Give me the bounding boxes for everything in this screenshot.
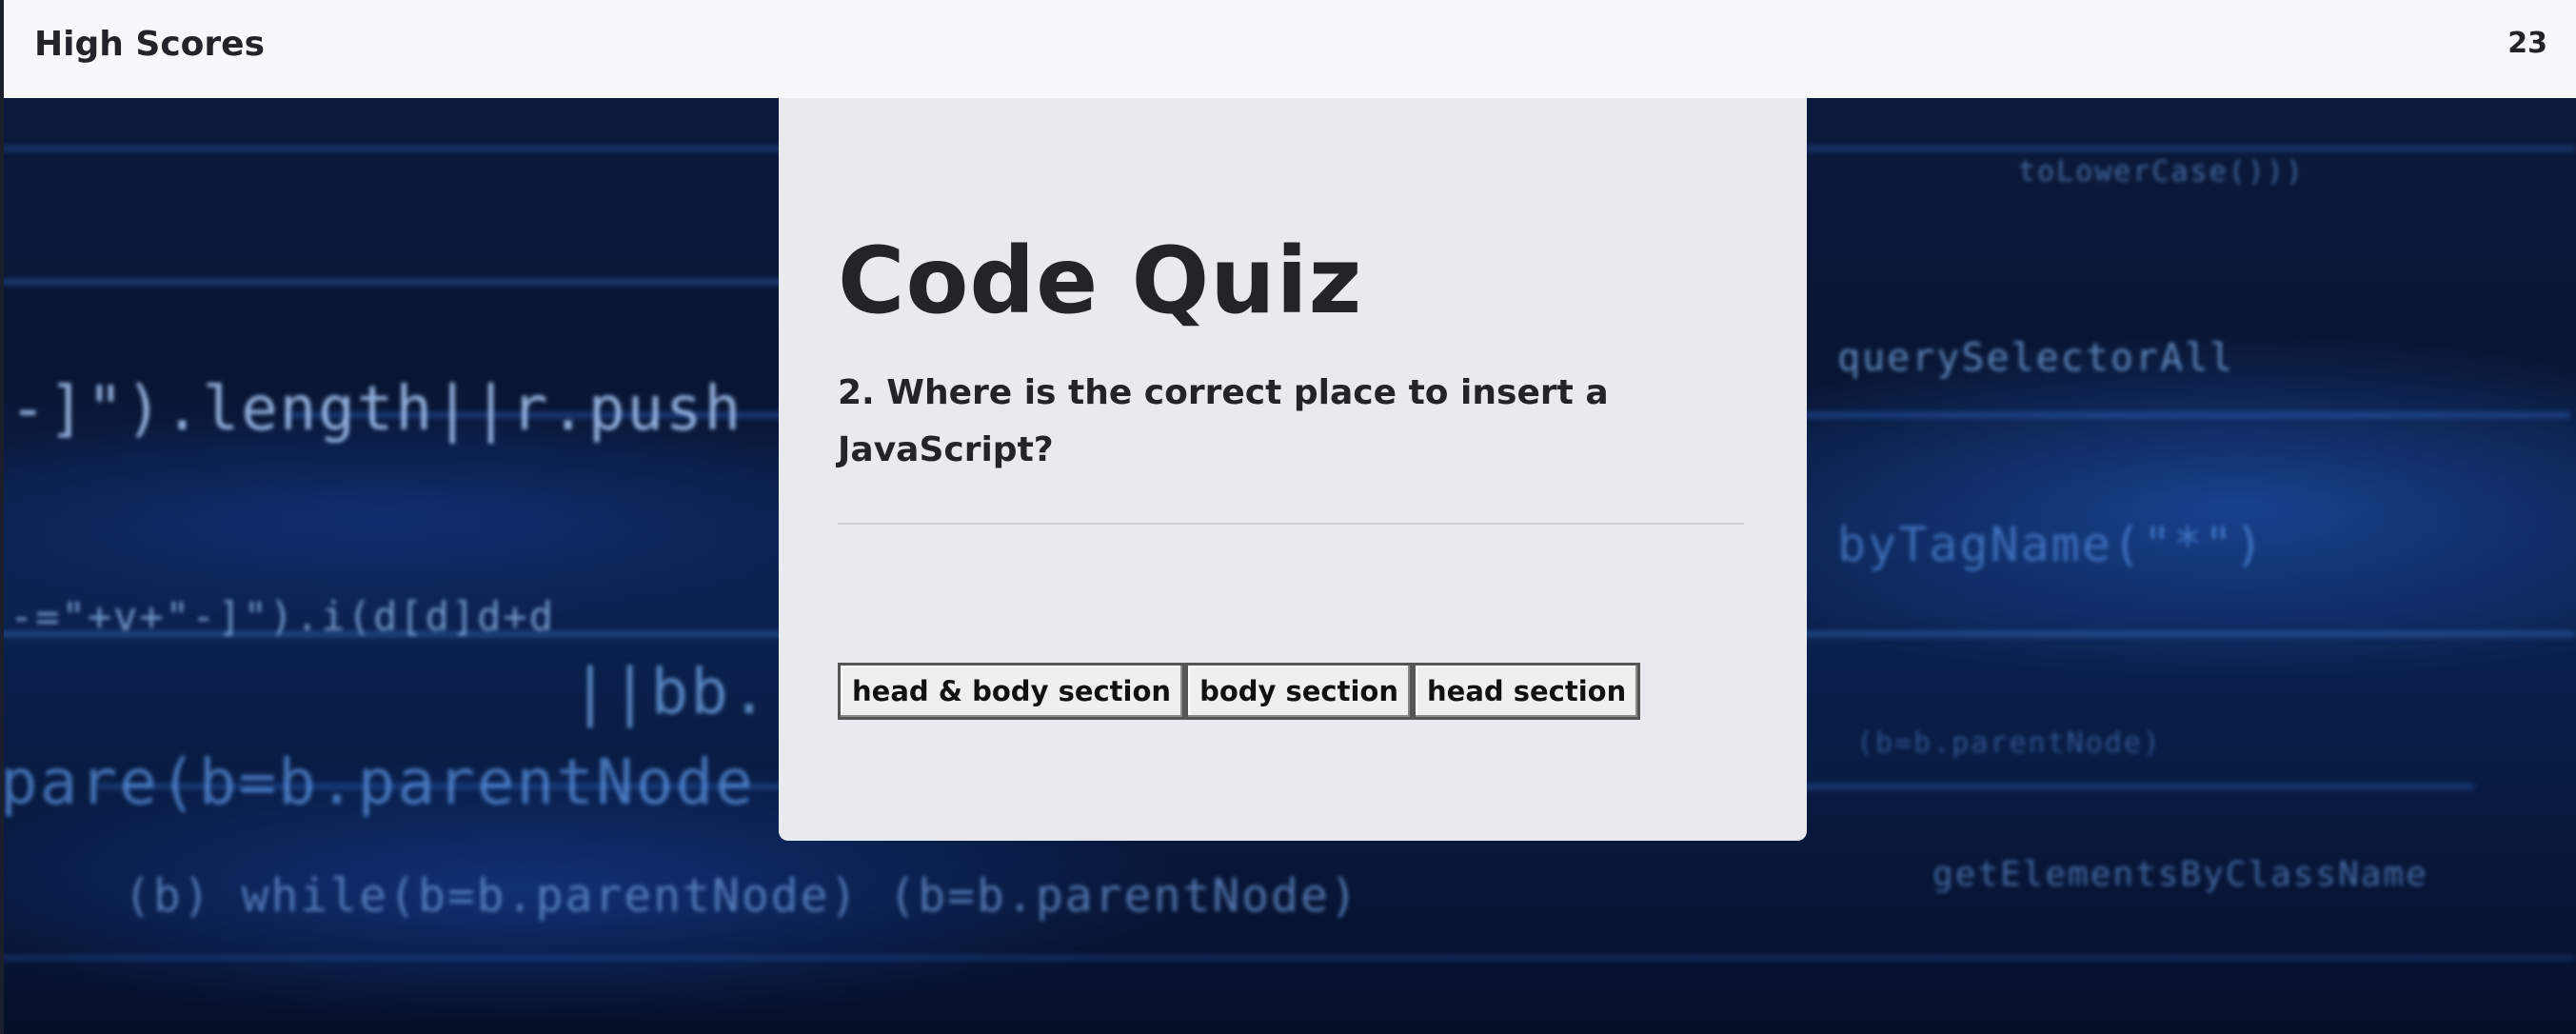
light-streak	[0, 955, 2576, 961]
bg-code-line: ||bb.	[571, 655, 770, 728]
answer-button-head[interactable]: head section	[1413, 663, 1641, 720]
bg-code-line: (b) while(b=b.parentNode) (b=b.parentNod…	[124, 869, 1359, 923]
bg-code-line: getElementsByClassName	[1932, 855, 2428, 894]
answer-button-group: head & body section body section head se…	[838, 663, 1641, 720]
bg-code-line: byTagName("*")	[1837, 517, 2266, 572]
high-scores-link[interactable]: High Scores	[34, 25, 265, 64]
bg-code-line: -="+v+"-]").i(d[d]d+d	[10, 593, 556, 640]
bg-code-line: toLowerCase()))	[2018, 155, 2305, 189]
top-navbar: High Scores 23	[0, 0, 2576, 98]
answer-button-body[interactable]: body section	[1185, 663, 1413, 720]
quiz-title: Code Quiz	[838, 228, 1363, 334]
bg-code-line: pare(b=b.parentNode	[0, 746, 755, 819]
bg-code-line: -]").length||r.push	[10, 374, 743, 445]
bg-code-line: (b=b.parentNode)	[1856, 726, 2162, 760]
bg-code-line: querySelectorAll	[1837, 336, 2235, 380]
answer-button-head-and-body[interactable]: head & body section	[838, 663, 1186, 720]
window-left-edge	[0, 0, 4, 1034]
timer-display: 23	[2507, 27, 2547, 60]
question-text: 2. Where is the correct place to insert …	[838, 373, 1609, 469]
quiz-card: Code Quiz 2. Where is the correct place …	[779, 98, 1807, 841]
divider	[838, 523, 1744, 525]
